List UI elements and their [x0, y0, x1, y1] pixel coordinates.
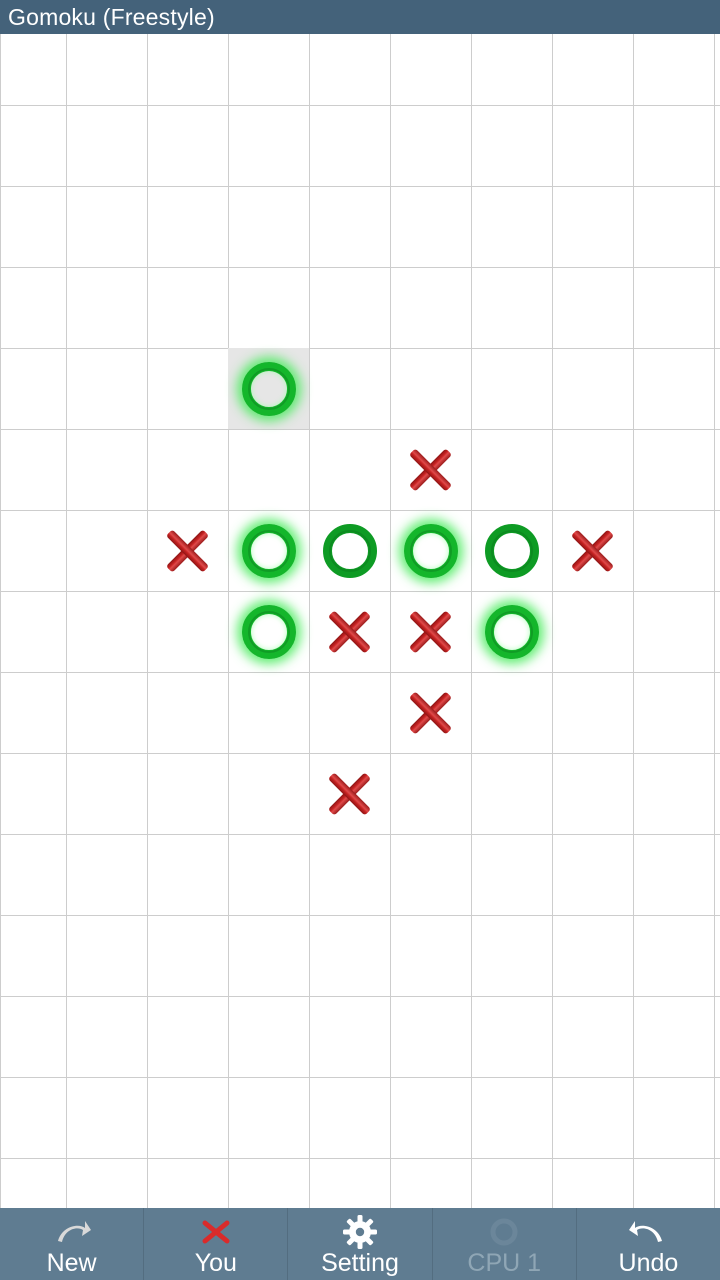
player-button[interactable]: You: [144, 1208, 289, 1280]
redo-arrow-icon: [52, 1216, 92, 1248]
board-cell[interactable]: [390, 591, 471, 672]
setting-label: Setting: [321, 1249, 399, 1277]
stone-o: [322, 523, 377, 578]
cpu-button[interactable]: CPU 1: [433, 1208, 577, 1280]
board-cell[interactable]: [471, 591, 552, 672]
player-label: You: [194, 1249, 237, 1277]
grid-line-horizontal: [0, 267, 720, 268]
stone-x: [403, 685, 459, 741]
board-cell[interactable]: [390, 429, 471, 510]
stone-o: [484, 523, 539, 578]
board-cell[interactable]: [309, 753, 390, 834]
new-game-button[interactable]: New: [0, 1208, 145, 1280]
undo-arrow-icon: [628, 1216, 668, 1248]
grid-line-vertical: [633, 34, 634, 1208]
board-cell[interactable]: [552, 510, 633, 591]
grid-line-vertical: [66, 34, 67, 1208]
stone-x: [322, 766, 378, 822]
board-cell[interactable]: [390, 510, 471, 591]
cpu-label: CPU 1: [467, 1249, 542, 1277]
bottom-toolbar: New You Setting CPU 1 Undo: [0, 1208, 720, 1280]
grid-line-vertical: [147, 34, 148, 1208]
grid-line-vertical: [552, 34, 553, 1208]
stone-x: [160, 523, 216, 579]
stone-x: [403, 442, 459, 498]
board-cell[interactable]: [471, 510, 552, 591]
grid-line-vertical: [714, 34, 715, 1208]
gear-icon: [343, 1215, 377, 1249]
undo-label: Undo: [618, 1249, 679, 1277]
undo-button[interactable]: Undo: [577, 1208, 720, 1280]
grid-line-horizontal: [0, 1077, 720, 1078]
grid-line-horizontal: [0, 348, 720, 349]
board-cell[interactable]: [390, 672, 471, 753]
grid-line-vertical: [0, 34, 1, 1208]
grid-line-horizontal: [0, 996, 720, 997]
title-bar: Gomoku (Freestyle): [0, 0, 720, 34]
grid-line-horizontal: [0, 834, 720, 835]
grid-line-horizontal: [0, 1158, 720, 1159]
stone-x: [403, 604, 459, 660]
stone-x: [322, 604, 378, 660]
grid-line-horizontal: [0, 672, 720, 673]
grid-line-horizontal: [0, 186, 720, 187]
gomoku-app: Gomoku (Freestyle) New You Setting CPU 1…: [0, 0, 720, 1280]
stone-o: [403, 523, 458, 578]
setting-button[interactable]: Setting: [288, 1208, 433, 1280]
stone-o: [241, 604, 296, 659]
board-cell[interactable]: [309, 591, 390, 672]
circle-icon: [488, 1216, 520, 1248]
stone-x: [565, 523, 621, 579]
grid-line-horizontal: [0, 429, 720, 430]
game-board[interactable]: [0, 34, 720, 1208]
stone-o: [241, 523, 296, 578]
board-cell[interactable]: [147, 510, 228, 591]
new-game-label: New: [46, 1249, 97, 1277]
grid-line-horizontal: [0, 105, 720, 106]
stone-o: [241, 361, 296, 416]
grid-line-horizontal: [0, 915, 720, 916]
board-cell[interactable]: [228, 348, 309, 429]
page-title: Gomoku (Freestyle): [8, 4, 215, 30]
board-cell[interactable]: [228, 510, 309, 591]
board-cell[interactable]: [309, 510, 390, 591]
x-mark-icon: [199, 1216, 233, 1248]
board-cell[interactable]: [228, 591, 309, 672]
stone-o: [484, 604, 539, 659]
